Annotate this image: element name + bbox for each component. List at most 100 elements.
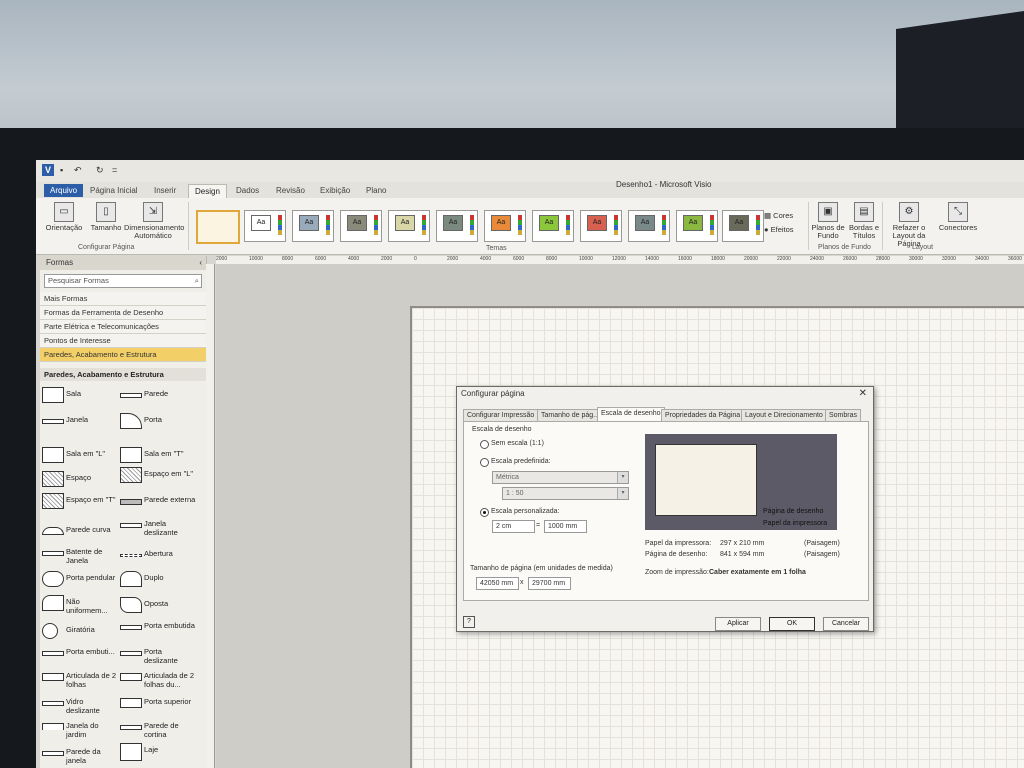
preview-drawing-page <box>655 444 757 516</box>
visio-logo-icon: V <box>42 164 54 176</box>
visio-window: V ▪ ↶ ↻ = Arquivo Página Inicial Inserir… <box>36 160 1024 768</box>
custom-scale-right-input[interactable]: 1000 mm <box>544 520 587 533</box>
theme-1[interactable]: Aa <box>244 210 286 242</box>
cores-button[interactable]: ▦ Cores <box>764 212 804 220</box>
shapes-panel-header: Formas ‹ <box>40 256 206 270</box>
tab-arquivo[interactable]: Arquivo <box>44 184 84 197</box>
theme-6[interactable]: Aa <box>484 210 526 242</box>
autosize-icon: ⇲ <box>143 202 163 222</box>
theme-4[interactable]: Aa <box>388 210 430 242</box>
conectores-button[interactable]: ⤡ Conectores <box>938 202 978 232</box>
tab-escala-desenho[interactable]: Escala de desenho <box>597 407 665 422</box>
room-shape-icon <box>42 387 64 403</box>
tab-pagina-inicial[interactable]: Página Inicial <box>84 184 144 197</box>
window-shape-icon <box>42 419 64 424</box>
search-shapes-input[interactable]: Pesquisar Formas ⌕ <box>44 274 202 288</box>
planos-de-fundo-button[interactable]: ▣ Planos de Fundo <box>810 202 846 240</box>
collapse-panel-icon[interactable]: ‹ <box>199 256 202 270</box>
t-room-icon <box>120 447 142 463</box>
theme-11[interactable]: Aa <box>722 210 764 242</box>
size-icon: ▯ <box>96 202 116 222</box>
tab-revisao[interactable]: Revisão <box>270 184 311 197</box>
redo-icon[interactable]: ↻ <box>96 165 104 176</box>
stencil-ferramenta-desenho[interactable]: Formas da Ferramenta de Desenho <box>40 306 206 320</box>
theme-10[interactable]: Aa <box>676 210 718 242</box>
revolving-door-icon <box>42 623 58 639</box>
bordas-titulos-button[interactable]: ▤ Bordas e Títulos <box>846 202 882 240</box>
info-printer-label: Papel da impressora: <box>645 540 712 547</box>
page-width-input[interactable]: 42050 mm <box>476 577 519 590</box>
custom-scale-left-input[interactable]: 2 cm <box>492 520 535 533</box>
times-sign: x <box>520 579 524 586</box>
info-drawing-label: Página de desenho: <box>645 551 708 558</box>
shapes-panel: Formas ‹ Pesquisar Formas ⌕ Mais Formas … <box>40 256 207 768</box>
tab-design[interactable]: Design <box>188 184 227 198</box>
theme-8[interactable]: Aa <box>580 210 622 242</box>
stencil-mais-formas[interactable]: Mais Formas <box>40 292 206 306</box>
double-door-icon <box>120 571 142 587</box>
tab-dados[interactable]: Dados <box>230 184 265 197</box>
legend-papel-impressora: Papel da impressora <box>763 520 828 527</box>
dimensionamento-button[interactable]: ⇲ Dimensionamento Automático <box>124 202 184 240</box>
tab-inserir[interactable]: Inserir <box>148 184 182 197</box>
radio-escala-personalizada[interactable] <box>480 508 489 517</box>
search-icon[interactable]: ⌕ <box>195 275 199 287</box>
group-configurar-label: Configurar Página <box>78 244 135 251</box>
page-preview: Página de desenho Papel da impressora <box>645 434 837 530</box>
slab-icon <box>120 743 142 761</box>
space-icon <box>42 471 64 487</box>
radio-escala-predefinida[interactable] <box>480 458 489 467</box>
shapes-grid: Sala Parede Janela Porta Sala em "L" Sal… <box>40 381 206 765</box>
orientacao-button[interactable]: ▭ Orientação <box>44 202 84 232</box>
stencil-parte-eletrica[interactable]: Parte Elétrica e Telecomunicações <box>40 320 206 334</box>
theme-3[interactable]: Aa <box>340 210 382 242</box>
pocket-door-2-icon <box>42 651 64 656</box>
stencil-paredes[interactable]: Paredes, Acabamento e Estrutura <box>40 348 206 362</box>
chevron-down-icon: ▾ <box>617 472 628 483</box>
section-label: Escala de desenho <box>472 426 532 433</box>
tab-plano[interactable]: Plano <box>360 184 392 197</box>
theme-9[interactable]: Aa <box>628 210 670 242</box>
page-size-label: Tamanho de página (em unidades de medida… <box>470 565 613 572</box>
theme-5[interactable]: Aa <box>436 210 478 242</box>
double-bifold-icon <box>120 673 142 681</box>
predef-unit-select[interactable]: Métrica ▾ <box>492 471 629 484</box>
save-icon[interactable]: ▪ <box>60 165 63 176</box>
tamanho-button[interactable]: ▯ Tamanho <box>88 202 124 232</box>
tab-exibicao[interactable]: Exibição <box>314 184 356 197</box>
theme-7[interactable]: Aa <box>532 210 574 242</box>
efeitos-button[interactable]: ● Efeitos <box>764 226 804 234</box>
bifold-door-icon <box>42 673 64 681</box>
info-printer-value: 297 x 210 mm <box>720 540 765 547</box>
cancel-button[interactable]: Cancelar <box>823 617 869 631</box>
background-icon: ▣ <box>818 202 838 222</box>
curved-wall-icon <box>42 527 64 535</box>
refazer-layout-button[interactable]: ⚙ Refazer o Layout da Página <box>882 202 936 248</box>
close-icon[interactable]: ✕ <box>859 388 867 399</box>
predef-ratio-select[interactable]: 1 : 50 ▾ <box>502 487 629 500</box>
customize-qat-icon[interactable]: = <box>112 165 117 176</box>
wall-shape-icon <box>120 393 142 398</box>
radio-sem-escala[interactable] <box>480 440 489 449</box>
window-sill-icon <box>42 551 64 556</box>
group-temas-label: Temas <box>486 245 507 252</box>
opposite-door-icon <box>120 597 142 613</box>
apply-button[interactable]: Aplicar <box>715 617 761 631</box>
undo-icon[interactable]: ↶ <box>74 165 82 176</box>
legend-pagina-desenho: Página de desenho <box>763 508 824 515</box>
opening-icon <box>120 554 142 557</box>
info-drawing-orientation: (Paisagem) <box>804 551 840 558</box>
swing-door-icon <box>42 571 64 587</box>
help-icon[interactable]: ? <box>463 616 475 628</box>
label-escala-personalizada: Escala personalizada: <box>491 508 560 515</box>
borders-icon: ▤ <box>854 202 874 222</box>
l-space-icon <box>120 467 142 483</box>
stencil-pontos-interesse[interactable]: Pontos de Interesse <box>40 334 206 348</box>
chevron-down-icon: ▾ <box>617 488 628 499</box>
page-height-input[interactable]: 29700 mm <box>528 577 571 590</box>
door-shape-icon <box>120 413 142 429</box>
theme-none[interactable] <box>196 210 240 244</box>
theme-2[interactable]: Aa <box>292 210 334 242</box>
ok-button[interactable]: OK <box>769 617 815 631</box>
vertical-ruler <box>206 264 215 768</box>
